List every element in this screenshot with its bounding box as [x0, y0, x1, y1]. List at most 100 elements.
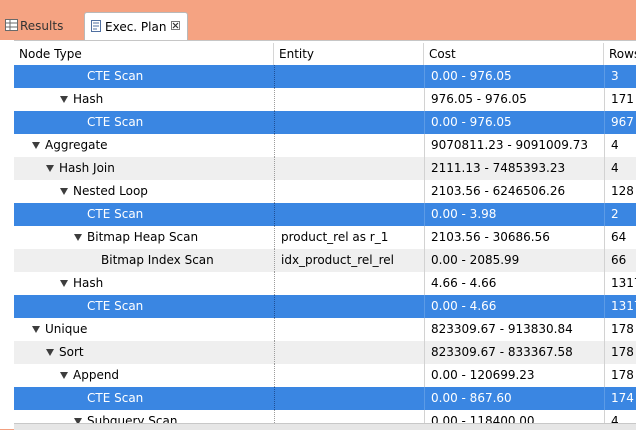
plan-row[interactable]: CTE Scan 0.00 - 976.05 967 — [14, 111, 636, 134]
close-icon[interactable] — [171, 21, 180, 30]
cost-cell: 0.00 - 2085.99 — [424, 249, 604, 272]
node-type-label: CTE Scan — [87, 299, 144, 313]
plan-row[interactable]: Bitmap Heap Scan product_rel as r_1 2103.5… — [14, 226, 636, 249]
cost-cell: 976.05 - 976.05 — [424, 88, 604, 111]
entity-cell — [274, 295, 424, 318]
tab-results[interactable]: Results — [2, 12, 80, 40]
panel-gutter — [0, 40, 14, 429]
expand-arrow-icon[interactable] — [60, 96, 68, 103]
entity-cell — [274, 180, 424, 203]
plan-tree-table[interactable]: CTE Scan 0.00 - 976.05 3 Hash 976.05 - 976.0… — [14, 65, 636, 423]
tab-label: Results — [20, 19, 64, 33]
editor-tab-bar: Results Exec. Plan — [0, 0, 636, 40]
node-type-cell: CTE Scan — [14, 295, 274, 318]
plan-row[interactable]: Hash Join 2111.13 - 7485393.23 4 — [14, 157, 636, 180]
cost-cell: 823309.67 - 913830.84 — [424, 318, 604, 341]
plan-row[interactable]: Unique 823309.67 - 913830.84 178 — [14, 318, 636, 341]
rows-cell: 2 — [604, 203, 636, 226]
rows-cell: 174 — [604, 387, 636, 410]
node-type-label: CTE Scan — [87, 391, 144, 405]
entity-cell — [274, 134, 424, 157]
entity-cell — [274, 410, 424, 423]
plan-row[interactable]: Hash 976.05 - 976.05 171 — [14, 88, 636, 111]
node-type-label: Hash — [73, 276, 104, 290]
cost-cell: 0.00 - 118400.00 — [424, 410, 604, 423]
entity-cell — [274, 203, 424, 226]
cost-cell: 823309.67 - 833367.58 — [424, 341, 604, 364]
node-type-label: Hash Join — [59, 161, 115, 175]
node-type-label: Sort — [59, 345, 84, 359]
rows-cell: 64 — [604, 226, 636, 249]
entity-cell: product_rel as r_1 — [274, 226, 424, 249]
plan-row[interactable]: Sort 823309.67 - 833367.58 178 — [14, 341, 636, 364]
node-type-label: CTE Scan — [87, 207, 144, 221]
plan-row[interactable]: Append 0.00 - 120699.23 178 — [14, 364, 636, 387]
rows-cell: 178 — [604, 318, 636, 341]
rows-cell: 4 — [604, 157, 636, 180]
cost-cell: 2103.56 - 30686.56 — [424, 226, 604, 249]
entity-cell — [274, 318, 424, 341]
column-header-entity[interactable]: Entity — [274, 43, 424, 65]
entity-cell — [274, 157, 424, 180]
plan-row[interactable]: Bitmap Index Scan idx_product_rel_rel 0.00… — [14, 249, 636, 272]
entity-cell — [274, 341, 424, 364]
node-type-label: CTE Scan — [87, 69, 144, 83]
cost-cell: 0.00 - 3.98 — [424, 203, 604, 226]
expand-arrow-icon[interactable] — [60, 188, 68, 195]
node-type-cell: CTE Scan — [14, 65, 274, 88]
cost-cell: 2111.13 - 7485393.23 — [424, 157, 604, 180]
expand-arrow-icon[interactable] — [46, 165, 54, 172]
node-type-cell: Sort — [14, 341, 274, 364]
plan-row[interactable]: Hash 4.66 - 4.661317 — [14, 272, 636, 295]
rows-cell: 171 — [604, 88, 636, 111]
plan-table-header: Node Type Entity Cost Rows — [14, 43, 636, 66]
node-type-label: Nested Loop — [73, 184, 148, 198]
expand-arrow-icon[interactable] — [60, 372, 68, 379]
rows-cell: 1317 — [604, 295, 636, 318]
node-type-cell: Bitmap Index Scan — [14, 249, 274, 272]
node-type-cell: CTE Scan — [14, 387, 274, 410]
entity-cell — [274, 111, 424, 134]
node-type-label: Aggregate — [45, 138, 108, 152]
node-type-label: Hash — [73, 92, 104, 106]
rows-cell: 4 — [604, 410, 636, 423]
plan-document-icon — [91, 20, 101, 32]
rows-cell: 1317 — [604, 272, 636, 295]
plan-row[interactable]: Aggregate 9070811.23 - 9091009.73 4 — [14, 134, 636, 157]
entity-cell — [274, 364, 424, 387]
node-type-cell: Hash Join — [14, 157, 274, 180]
node-type-cell: Subquery Scan — [14, 410, 274, 423]
plan-row[interactable]: CTE Scan 0.00 - 867.60 174 — [14, 387, 636, 410]
node-type-cell: CTE Scan — [14, 203, 274, 226]
plan-row[interactable]: CTE Scan 0.00 - 4.661317 — [14, 295, 636, 318]
node-type-cell: CTE Scan — [14, 111, 274, 134]
plan-row[interactable]: CTE Scan 0.00 - 976.05 3 — [14, 65, 636, 88]
tab-exec-plan[interactable]: Exec. Plan — [84, 12, 188, 40]
node-type-cell: Bitmap Heap Scan — [14, 226, 274, 249]
column-header-cost[interactable]: Cost — [424, 43, 604, 65]
node-type-cell: Hash — [14, 272, 274, 295]
cost-cell: 9070811.23 - 9091009.73 — [424, 134, 604, 157]
plan-row[interactable]: Subquery Scan 0.00 - 118400.00 4 — [14, 410, 636, 423]
column-header-node-type[interactable]: Node Type — [14, 43, 274, 65]
cost-cell: 2103.56 - 6246506.26 — [424, 180, 604, 203]
node-type-cell: Append — [14, 364, 274, 387]
rows-cell: 3 — [604, 65, 636, 88]
expand-arrow-icon[interactable] — [32, 326, 40, 333]
column-header-rows[interactable]: Rows — [604, 43, 636, 65]
node-type-label: Bitmap Heap Scan — [87, 230, 199, 244]
rows-cell: 66 — [604, 249, 636, 272]
entity-cell — [274, 88, 424, 111]
expand-arrow-icon[interactable] — [60, 280, 68, 287]
cost-cell: 0.00 - 867.60 — [424, 387, 604, 410]
expand-arrow-icon[interactable] — [46, 349, 54, 356]
rows-cell: 178 — [604, 364, 636, 387]
entity-cell: idx_product_rel_rel — [274, 249, 424, 272]
plan-row[interactable]: CTE Scan 0.00 - 3.98 2 — [14, 203, 636, 226]
cost-cell: 0.00 - 4.66 — [424, 295, 604, 318]
expand-arrow-icon[interactable] — [74, 234, 82, 241]
node-type-cell: Unique — [14, 318, 274, 341]
expand-arrow-icon[interactable] — [32, 142, 40, 149]
node-type-cell: Aggregate — [14, 134, 274, 157]
plan-row[interactable]: Nested Loop 2103.56 - 6246506.26 128 — [14, 180, 636, 203]
